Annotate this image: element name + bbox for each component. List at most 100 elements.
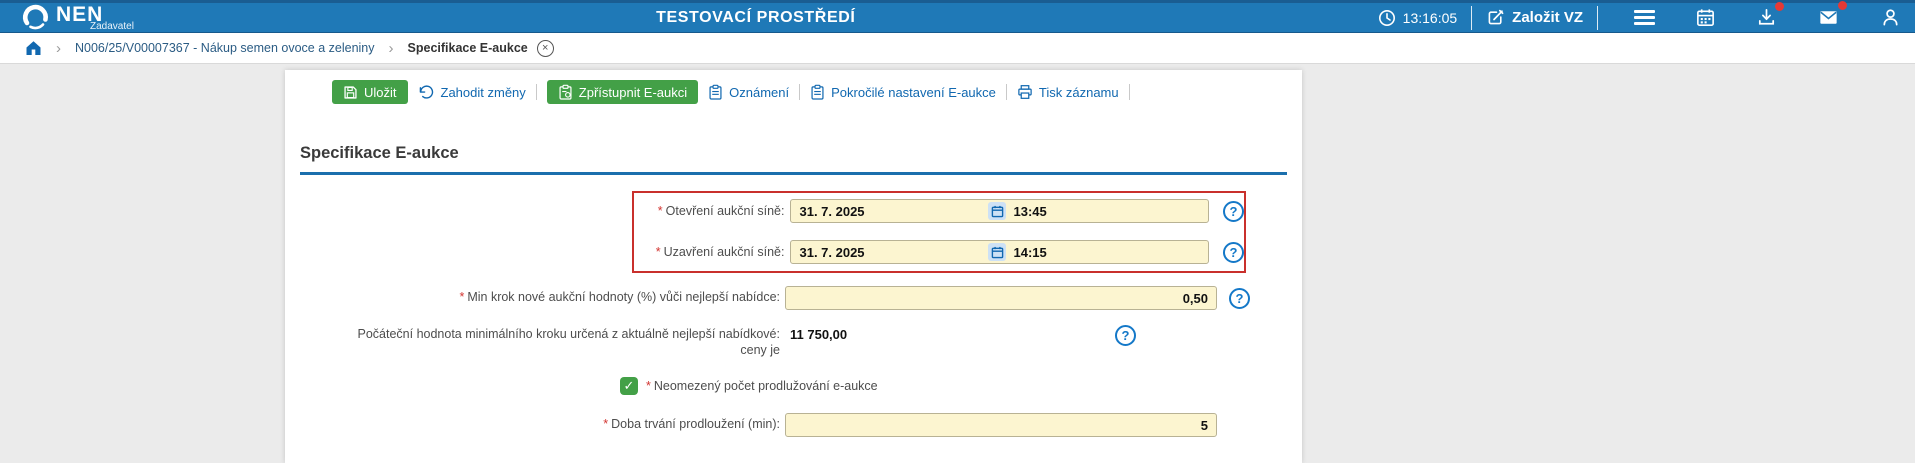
message-notification-badge (1838, 1, 1847, 10)
close-room-date-value[interactable]: 31. 7. 2025 (791, 245, 988, 260)
clipboard-gear-icon (559, 84, 572, 100)
nen-logo-icon (22, 4, 48, 30)
advanced-settings-label: Pokročilé nastavení E-aukce (831, 84, 996, 100)
download-icon (1758, 9, 1775, 25)
environment-title: TESTOVACÍ PROSTŘEDÍ (656, 8, 856, 26)
clock-icon (1378, 9, 1395, 26)
calendar-icon (991, 205, 1004, 217)
toolbar-separator (1005, 84, 1007, 100)
home-icon[interactable] (25, 40, 42, 56)
min-step-input[interactable]: 0,50 (785, 286, 1217, 310)
form-row-open-room: * Otevření aukční síně: 31. 7. 2025 13:4… (645, 199, 1244, 223)
required-asterisk: * (657, 204, 663, 218)
content-card: Uložit Zahodit změny Zpřístupnit E-aukci… (285, 70, 1302, 463)
toolbar-separator (1128, 84, 1130, 100)
header-divider (1471, 5, 1473, 30)
save-button[interactable]: Uložit (332, 80, 408, 104)
page-title: Specifikace E-aukce (300, 144, 459, 162)
edit-icon (1488, 9, 1504, 25)
create-vz-button[interactable]: Založit VZ (1486, 8, 1583, 27)
help-icon[interactable] (1115, 325, 1136, 346)
server-time-value: 13:16:05 (1402, 9, 1458, 26)
required-asterisk: * (646, 379, 651, 394)
validation-highlight-box: * Otevření aukční síně: 31. 7. 2025 13:4… (632, 191, 1246, 273)
undo-icon (419, 84, 433, 99)
page-background: Uložit Zahodit změny Zpřístupnit E-aukci… (0, 64, 1915, 463)
messages-button[interactable] (1817, 1, 1847, 29)
save-button-label: Uložit (364, 84, 397, 100)
clipboard-icon (811, 84, 824, 100)
print-record-button[interactable]: Tisk záznamu (1017, 84, 1119, 100)
calendar-button[interactable] (1695, 7, 1716, 28)
field-label: * Doba trvání prodloužení (min): (603, 417, 780, 432)
calendar-icon (991, 246, 1004, 258)
breadcrumb-current-page: Specifikace E-aukce (407, 41, 528, 55)
announcement-button[interactable]: Oznámení (708, 84, 789, 100)
eauction-form: * Otevření aukční síně: 31. 7. 2025 13:4… (285, 191, 1302, 438)
user-icon (1883, 9, 1898, 26)
save-icon (344, 85, 357, 99)
clipboard-icon (709, 84, 722, 100)
help-icon[interactable] (1223, 200, 1244, 222)
discard-changes-button[interactable]: Zahodit změny (418, 85, 526, 100)
app-header: NEN Zadavatel TESTOVACÍ PROSTŘEDÍ 13:16:… (0, 0, 1915, 33)
publish-eauction-label: Zpřístupnit E-aukci (578, 84, 688, 100)
checkmark-icon: ✓ (623, 378, 635, 394)
header-controls: 13:16:05 Založit VZ (1378, 1, 1901, 30)
user-profile-button[interactable] (1880, 7, 1901, 28)
discard-changes-label: Zahodit změny (440, 84, 526, 100)
field-label: * Uzavření aukční síně: (655, 245, 785, 259)
form-row-unlimited-extensions: ✓ * Neomezený počet prodlužování e-aukce (620, 377, 1302, 396)
checkbox-label: * Neomezený počet prodlužování e-aukce (646, 379, 878, 394)
required-asterisk: * (459, 290, 465, 305)
section-header: Specifikace E-aukce (300, 144, 1287, 175)
publish-eauction-button[interactable]: Zpřístupnit E-aukci (546, 80, 699, 104)
breadcrumb-procurement-link[interactable]: N006/25/V00007367 - Nákup semen ovoce a … (75, 41, 375, 55)
announcement-label: Oznámení (729, 84, 790, 100)
datepicker-button[interactable] (988, 243, 1007, 261)
close-room-time-value[interactable]: 14:15 (1013, 245, 1046, 260)
open-room-datetime-field[interactable]: 31. 7. 2025 13:45 (790, 199, 1209, 223)
print-record-label: Tisk záznamu (1038, 84, 1119, 100)
field-label: * Min krok nové aukční hodnoty (%) vůči n… (459, 290, 780, 305)
form-row-extension-duration: * Doba trvání prodloužení (min): 5 (285, 413, 1302, 438)
header-divider (1597, 5, 1598, 30)
toolbar-separator (535, 84, 537, 100)
logo-text: NEN Zadavatel (56, 4, 134, 32)
form-row-close-room: * Uzavření aukční síně: 31. 7. 2025 14:1… (645, 240, 1244, 264)
required-asterisk: * (603, 417, 609, 432)
help-icon[interactable] (1223, 241, 1244, 263)
open-room-time-value[interactable]: 13:45 (1013, 204, 1046, 219)
help-icon[interactable] (1229, 287, 1250, 309)
form-row-min-step: * Min krok nové aukční hodnoty (%) vůči n… (285, 286, 1302, 310)
printer-icon (1018, 85, 1032, 99)
required-asterisk: * (655, 245, 661, 259)
nen-logo[interactable]: NEN Zadavatel (20, 3, 134, 32)
close-tab-icon[interactable] (536, 39, 554, 57)
min-step-value[interactable]: 0,50 (1183, 291, 1216, 306)
unlimited-extensions-checkbox[interactable]: ✓ (620, 377, 638, 396)
chevron-right-icon (389, 40, 394, 57)
nen-application: NEN Zadavatel TESTOVACÍ PROSTŘEDÍ 13:16:… (0, 0, 1915, 463)
create-vz-label: Založit VZ (1512, 9, 1583, 26)
downloads-button[interactable] (1756, 2, 1784, 28)
initial-step-value: 11 750,00 (790, 327, 848, 342)
form-row-initial-step: Počáteční hodnota minimálního kroku urče… (285, 325, 1302, 358)
logo-module-label: Zadavatel (90, 20, 134, 32)
main-menu-button[interactable] (1634, 7, 1655, 28)
download-notification-badge (1775, 2, 1784, 11)
close-room-datetime-field[interactable]: 31. 7. 2025 14:15 (790, 240, 1209, 264)
chevron-right-icon (56, 40, 61, 57)
toolbar-separator (799, 84, 801, 100)
breadcrumb: N006/25/V00007367 - Nákup semen ovoce a … (0, 33, 1915, 64)
advanced-settings-button[interactable]: Pokročilé nastavení E-aukce (810, 84, 996, 100)
calendar-icon (1697, 9, 1714, 26)
mail-icon (1820, 11, 1837, 24)
server-time: 13:16:05 (1378, 9, 1458, 27)
extension-duration-value[interactable]: 5 (1201, 418, 1216, 433)
open-room-date-value[interactable]: 31. 7. 2025 (791, 204, 988, 219)
field-label: * Otevření aukční síně: (657, 204, 785, 218)
extension-duration-input[interactable]: 5 (785, 413, 1217, 438)
datepicker-button[interactable] (988, 202, 1007, 220)
record-toolbar: Uložit Zahodit změny Zpřístupnit E-aukci… (285, 70, 1302, 104)
